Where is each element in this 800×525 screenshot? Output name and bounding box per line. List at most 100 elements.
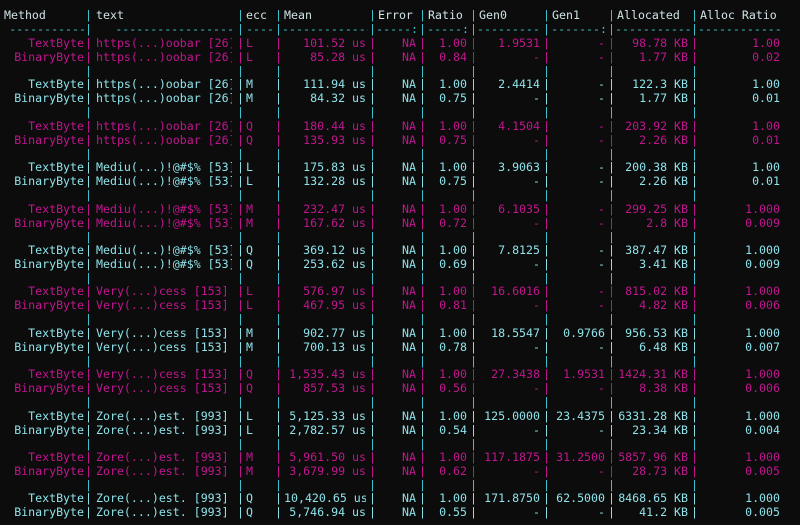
cell-ecc: L: [246, 422, 253, 437]
cell-allocated: 8.38 KB: [639, 381, 688, 396]
column-separator: |: [275, 464, 282, 478]
column-separator: |: [237, 36, 244, 50]
column-separator: |: [275, 91, 282, 106]
cell-ratio: 0.56: [439, 381, 467, 396]
cell-alloc-ratio: 1.00: [752, 160, 780, 175]
cell-error: NA: [402, 381, 416, 396]
column-separator: |: [691, 298, 698, 313]
cell-gen0: -: [533, 505, 540, 520]
cell-error: NA: [402, 464, 416, 478]
column-separator: |: [275, 132, 282, 147]
cell-ecc: L: [246, 50, 253, 64]
cell-error: NA: [402, 91, 416, 106]
column-separator: |: [85, 77, 92, 92]
cell-method: BinaryByte: [14, 91, 84, 106]
column-separator: |: [608, 284, 615, 299]
column-separator: |: [608, 132, 615, 147]
cell-ratio: 1.00: [439, 450, 467, 464]
cell-alloc-ratio: 1.000: [745, 367, 780, 382]
cell-alloc-ratio: 1.00: [752, 118, 780, 133]
cell-gen1: -: [598, 91, 605, 106]
cell-alloc-ratio: 1.000: [745, 450, 780, 464]
cell-mean: 175.83 us: [303, 160, 366, 175]
cell-allocated: 815.02 KB: [625, 284, 688, 299]
cell-text: Zore(...)est. [993]: [96, 464, 229, 478]
cell-text: Very(...)cess [153]: [96, 325, 229, 340]
cell-method: BinaryByte: [14, 381, 84, 396]
column-separator: |: [691, 77, 698, 92]
terminal-window: Method text ecc Mean Error Ratio Gen0 Gen1 Alloc…: [0, 0, 800, 525]
cell-ecc: Q: [246, 505, 253, 520]
column-separator: |: [275, 408, 282, 423]
column-separator: |: [275, 339, 282, 354]
column-separator: |: [691, 353, 698, 368]
column-separator: |: [369, 50, 376, 64]
column-separator: |: [369, 478, 376, 492]
column-separator: |: [275, 450, 282, 464]
column-separator: |: [419, 22, 426, 36]
cell-gen1: -: [598, 118, 605, 133]
table-row: BinaryByte Mediu(...)!@#$% [53] M 167.62 us…: [0, 216, 800, 230]
table-row: TextByte https(...)oobar [26] Q 180.44 us NA…: [0, 119, 800, 133]
column-separator: |: [691, 408, 698, 423]
column-separator: |: [419, 436, 426, 451]
column-separator: |: [275, 353, 282, 368]
column-separator: |: [608, 478, 615, 492]
cell-gen1: -: [598, 464, 605, 478]
divider-ratio: -----:: [427, 22, 469, 36]
cell-mean: 132.28 us: [303, 174, 366, 189]
cell-ratio: 0.54: [439, 422, 467, 437]
cell-mean: 5,125.33 us: [289, 408, 366, 423]
column-separator: |: [470, 339, 477, 354]
cell-alloc-ratio: 0.01: [752, 91, 780, 106]
column-separator: |: [543, 8, 550, 22]
column-separator: |: [85, 450, 92, 464]
column-separator: |: [275, 105, 282, 120]
cell-gen1: 62.5000: [556, 491, 605, 506]
cell-text: Mediu(...)!@#$% [53]: [96, 174, 232, 189]
column-separator: |: [691, 339, 698, 354]
cell-allocated: 6331.28 KB: [618, 408, 688, 423]
cell-alloc-ratio: 1.000: [745, 284, 780, 299]
cell-allocated: 203.92 KB: [625, 118, 688, 133]
column-separator: |: [470, 50, 477, 64]
column-separator: |: [85, 381, 92, 396]
column-separator: |: [237, 464, 244, 478]
cell-gen0: 1.9531: [498, 36, 540, 50]
cell-allocated: 1424.31 KB: [618, 367, 688, 382]
header-ecc: ecc: [246, 8, 267, 22]
cell-method: BinaryByte: [14, 298, 84, 313]
cell-text: https(...)oobar [26]: [96, 91, 232, 106]
column-separator: |: [85, 36, 92, 50]
column-separator: |: [369, 132, 376, 147]
cell-method: BinaryByte: [14, 257, 84, 271]
cell-error: NA: [402, 50, 416, 64]
cell-text: https(...)oobar [26]: [96, 50, 232, 64]
cell-ratio: 0.75: [439, 91, 467, 106]
cell-allocated: 1.77 KB: [639, 50, 688, 64]
header-error: Error: [378, 8, 413, 22]
column-separator: |: [237, 201, 244, 216]
cell-ecc: L: [246, 298, 253, 313]
column-separator: |: [369, 491, 376, 506]
column-separator: |: [237, 105, 244, 120]
column-separator: |: [470, 8, 477, 22]
spacer-row: | | | | | | | | |: [0, 147, 800, 161]
cell-error: NA: [402, 160, 416, 175]
column-separator: |: [419, 284, 426, 299]
column-separator: |: [608, 146, 615, 161]
table-row: BinaryByte Zore(...)est. [993] L 2,782.57 u…: [0, 423, 800, 437]
column-separator: |: [470, 132, 477, 147]
column-separator: |: [470, 505, 477, 520]
column-separator: |: [85, 22, 92, 36]
column-separator: |: [369, 505, 376, 520]
column-separator: |: [237, 478, 244, 492]
column-separator: |: [275, 188, 282, 203]
column-separator: |: [543, 450, 550, 464]
cell-mean: 232.47 us: [303, 201, 366, 216]
column-separator: |: [691, 381, 698, 396]
column-separator: |: [275, 478, 282, 492]
cell-method: BinaryByte: [14, 422, 84, 437]
table-row: TextByte Zore(...)est. [993] Q 10,420.65 us…: [0, 491, 800, 505]
cell-error: NA: [402, 325, 416, 340]
